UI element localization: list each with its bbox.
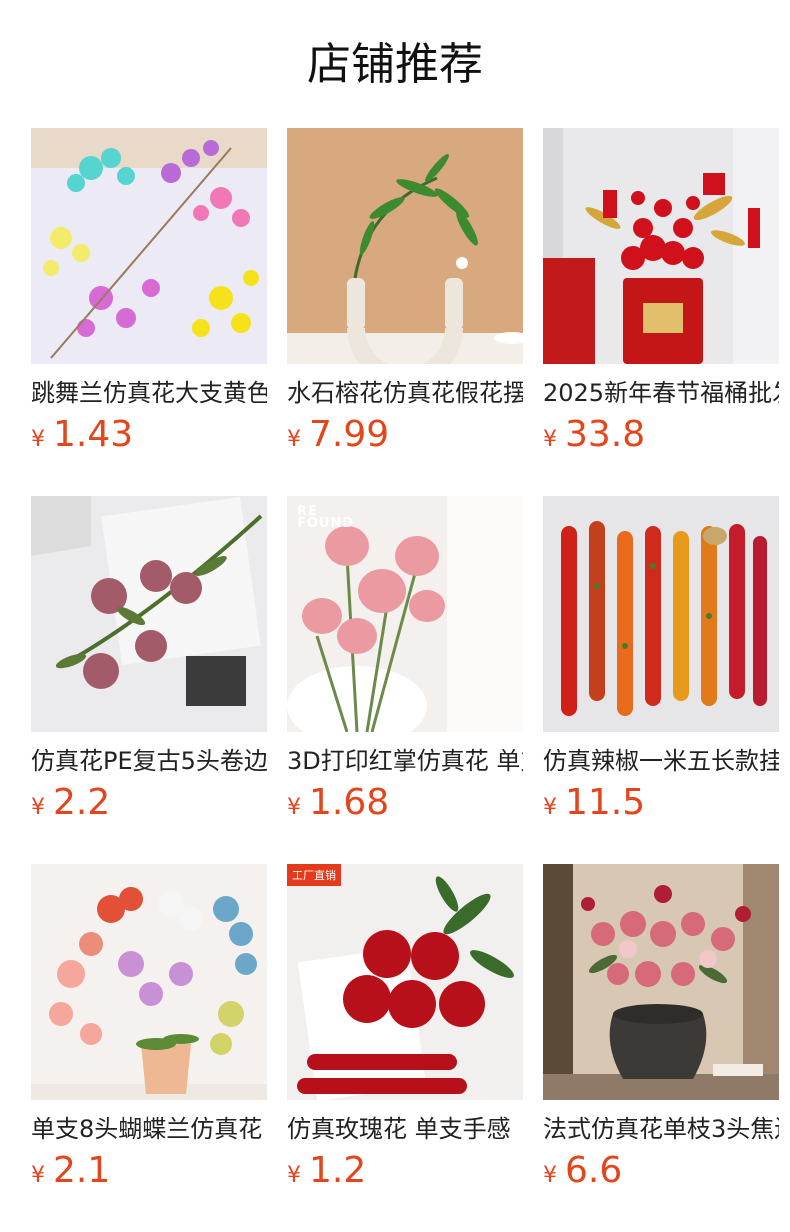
product-image[interactable]: RE FOUND [287, 496, 523, 732]
product-image[interactable] [543, 128, 779, 364]
product-card[interactable]: 仿真花PE复古5头卷边玫瑰 ¥ 2.2 [31, 496, 267, 832]
currency-symbol: ¥ [543, 1163, 557, 1188]
price-value: 1.2 [309, 1150, 367, 1191]
factory-badge: 工厂直销 [287, 864, 341, 886]
currency-symbol: ¥ [31, 1163, 45, 1188]
product-card[interactable]: 仿真辣椒一米五长款挂串 ¥ 11.5 [543, 496, 779, 832]
product-price: ¥ 7.99 [287, 414, 523, 455]
product-card[interactable]: 工厂直销 仿真玫瑰花 单支手感 ¥ 1.2 [287, 864, 523, 1200]
currency-symbol: ¥ [543, 795, 557, 820]
product-name[interactable]: 仿真辣椒一米五长款挂串 [543, 746, 779, 776]
vintage-rose-image [31, 496, 267, 732]
product-price: ¥ 6.6 [543, 1150, 779, 1191]
chili-strings-image [543, 496, 779, 732]
product-name[interactable]: 仿真花PE复古5头卷边玫瑰 [31, 746, 267, 776]
butterfly-orchid-image [31, 864, 267, 1100]
section-header: 店铺推荐 [0, 0, 790, 128]
product-card[interactable]: 跳舞兰仿真花大支黄色 ¥ 1.43 [31, 128, 267, 464]
price-value: 33.8 [565, 414, 646, 455]
product-price: ¥ 1.2 [287, 1150, 523, 1191]
price-value: 7.99 [309, 414, 390, 455]
product-name[interactable]: 仿真玫瑰花 单支手感 [287, 1114, 523, 1144]
product-image[interactable] [543, 864, 779, 1100]
currency-symbol: ¥ [287, 795, 301, 820]
product-grid: 跳舞兰仿真花大支黄色 ¥ 1.43 水石榕花仿真花假花摆 ¥ 7.99 2025… [0, 128, 790, 1200]
product-card[interactable]: 水石榕花仿真花假花摆件 ¥ 7.99 [287, 128, 523, 464]
price-value: 2.1 [53, 1150, 111, 1191]
product-name[interactable]: 跳舞兰仿真花大支黄色 [31, 378, 267, 408]
price-value: 11.5 [565, 782, 646, 823]
product-card[interactable]: 单支8头蝴蝶兰仿真花 ¥ 2.1 [31, 864, 267, 1200]
product-price: ¥ 33.8 [543, 414, 779, 455]
product-image[interactable] [543, 496, 779, 732]
product-card[interactable]: RE FOUND 3D打印红掌仿真花 单支 ¥ 1.68 [287, 496, 523, 832]
fortune-bucket-image [543, 128, 779, 364]
french-rose-image [543, 864, 779, 1100]
currency-symbol: ¥ [31, 427, 45, 452]
product-name[interactable]: 2025新年春节福桶批发 [543, 378, 779, 408]
price-value: 1.43 [53, 414, 134, 455]
product-image[interactable] [31, 496, 267, 732]
brand-watermark: RE FOUND [297, 504, 355, 531]
product-price: ¥ 2.1 [31, 1150, 267, 1191]
price-value: 6.6 [565, 1150, 623, 1191]
pink-anthurium-image [287, 496, 523, 732]
product-image[interactable]: 工厂直销 [287, 864, 523, 1100]
currency-symbol: ¥ [543, 427, 557, 452]
product-image[interactable] [31, 128, 267, 364]
product-card[interactable]: 法式仿真花单枝3头焦边玫瑰 ¥ 6.6 [543, 864, 779, 1200]
currency-symbol: ¥ [31, 795, 45, 820]
dancing-orchid-image [31, 128, 267, 364]
red-rose-image [287, 864, 523, 1100]
product-price: ¥ 1.43 [31, 414, 267, 455]
green-branch-vase-image [287, 128, 523, 364]
price-value: 1.68 [309, 782, 390, 823]
product-name[interactable]: 法式仿真花单枝3头焦边玫瑰 [543, 1114, 779, 1144]
product-card[interactable]: 2025新年春节福桶批发 ¥ 33.8 [543, 128, 779, 464]
currency-symbol: ¥ [287, 1163, 301, 1188]
product-price: ¥ 11.5 [543, 782, 779, 823]
price-value: 2.2 [53, 782, 111, 823]
product-name[interactable]: 3D打印红掌仿真花 单支 [287, 746, 523, 776]
product-price: ¥ 1.68 [287, 782, 523, 823]
product-name[interactable]: 水石榕花仿真花假花摆件 [287, 378, 523, 408]
product-price: ¥ 2.2 [31, 782, 267, 823]
currency-symbol: ¥ [287, 427, 301, 452]
section-title: 店铺推荐 [307, 39, 483, 90]
product-image[interactable] [287, 128, 523, 364]
product-image[interactable] [31, 864, 267, 1100]
product-name[interactable]: 单支8头蝴蝶兰仿真花 [31, 1114, 267, 1144]
